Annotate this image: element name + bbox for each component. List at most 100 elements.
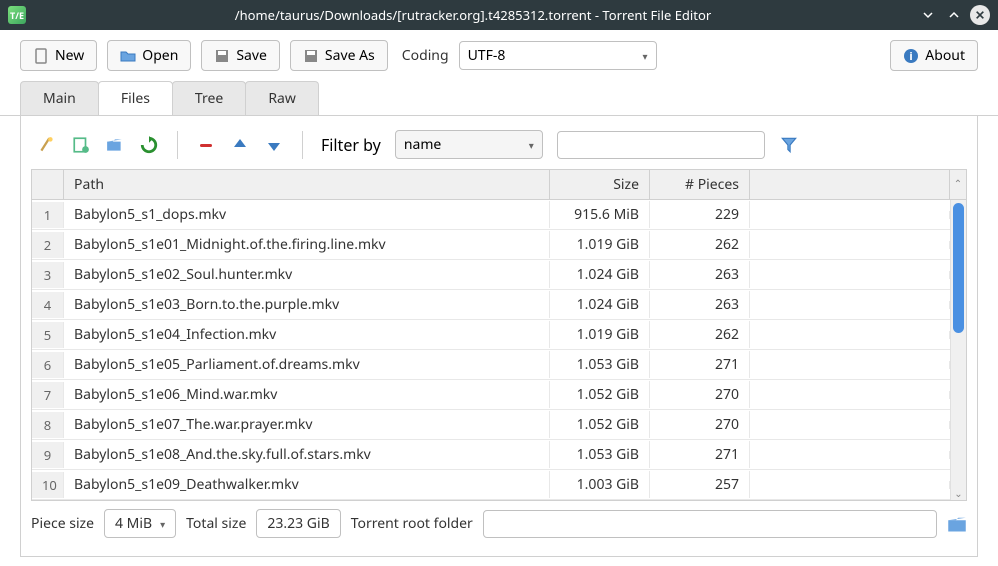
filter-input[interactable] bbox=[557, 131, 765, 159]
row-number: 9 bbox=[32, 442, 64, 468]
table-row[interactable]: 6Babylon5_s1e05_Parliament.of.dreams.mkv… bbox=[32, 350, 966, 380]
row-size: 1.024 GiB bbox=[550, 261, 650, 288]
toolbar: New Open Save Save As Coding UTF-8▾ i Abo… bbox=[0, 30, 998, 77]
scroll-up-icon[interactable]: ⌃ bbox=[950, 170, 966, 199]
row-path: Babylon5_s1e03_Born.to.the.purple.mkv bbox=[64, 291, 550, 318]
tab-main[interactable]: Main bbox=[20, 81, 99, 115]
row-pieces: 262 bbox=[650, 231, 750, 258]
open-button[interactable]: Open bbox=[107, 40, 191, 71]
row-number: 1 bbox=[32, 202, 64, 228]
row-pieces: 263 bbox=[650, 261, 750, 288]
row-extra bbox=[750, 451, 950, 459]
saveas-label: Save As bbox=[325, 46, 375, 65]
saveas-button[interactable]: Save As bbox=[290, 40, 388, 71]
row-size: 1.019 GiB bbox=[550, 231, 650, 258]
col-size[interactable]: Size bbox=[550, 170, 650, 199]
apply-filter-icon[interactable] bbox=[779, 135, 799, 155]
folder-open-icon bbox=[120, 48, 136, 64]
table-row[interactable]: 10Babylon5_s1e09_Deathwalker.mkv1.003 Gi… bbox=[32, 470, 966, 500]
col-path[interactable]: Path bbox=[64, 170, 550, 199]
table-body: 1Babylon5_s1_dops.mkv915.6 MiB2292Babylo… bbox=[32, 200, 966, 500]
minimize-button[interactable] bbox=[918, 5, 938, 25]
reread-icon[interactable] bbox=[105, 135, 125, 155]
coding-label: Coding bbox=[402, 46, 449, 65]
row-size: 1.003 GiB bbox=[550, 471, 650, 498]
total-size-label: Total size bbox=[186, 514, 246, 533]
row-extra bbox=[750, 421, 950, 429]
table-row[interactable]: 7Babylon5_s1e06_Mind.war.mkv1.052 GiB270 bbox=[32, 380, 966, 410]
chevron-down-icon: ▾ bbox=[529, 138, 534, 152]
move-up-icon[interactable] bbox=[230, 135, 250, 155]
filter-field-select[interactable]: name▾ bbox=[395, 130, 543, 159]
row-path: Babylon5_s1e02_Soul.hunter.mkv bbox=[64, 261, 550, 288]
row-pieces: 270 bbox=[650, 411, 750, 438]
document-icon bbox=[33, 48, 49, 64]
table-row[interactable]: 3Babylon5_s1e02_Soul.hunter.mkv1.024 GiB… bbox=[32, 260, 966, 290]
row-number: 6 bbox=[32, 352, 64, 378]
row-extra bbox=[750, 331, 950, 339]
saveas-icon bbox=[303, 48, 319, 64]
refresh-icon[interactable] bbox=[139, 135, 159, 155]
col-pieces[interactable]: # Pieces bbox=[650, 170, 750, 199]
move-down-icon[interactable] bbox=[264, 135, 284, 155]
tab-files[interactable]: Files bbox=[98, 81, 173, 115]
table-row[interactable]: 4Babylon5_s1e03_Born.to.the.purple.mkv1.… bbox=[32, 290, 966, 320]
row-size: 1.052 GiB bbox=[550, 411, 650, 438]
open-label: Open bbox=[142, 46, 178, 65]
table-row[interactable]: 1Babylon5_s1_dops.mkv915.6 MiB229 bbox=[32, 200, 966, 230]
about-button[interactable]: i About bbox=[890, 40, 978, 71]
tab-tree[interactable]: Tree bbox=[172, 81, 246, 115]
row-pieces: 271 bbox=[650, 351, 750, 378]
row-size: 1.019 GiB bbox=[550, 321, 650, 348]
table-row[interactable]: 5Babylon5_s1e04_Infection.mkv1.019 GiB26… bbox=[32, 320, 966, 350]
separator bbox=[302, 131, 303, 159]
close-button[interactable] bbox=[970, 5, 990, 25]
coding-select[interactable]: UTF-8▾ bbox=[459, 41, 657, 70]
col-extra[interactable] bbox=[750, 170, 950, 199]
info-icon: i bbox=[903, 48, 919, 64]
new-label: New bbox=[55, 46, 84, 65]
table-row[interactable]: 9Babylon5_s1e08_And.the.sky.full.of.star… bbox=[32, 440, 966, 470]
statusbar: Piece size 4 MiB▾ Total size 23.23 GiB T… bbox=[31, 501, 967, 546]
save-button[interactable]: Save bbox=[201, 40, 280, 71]
row-pieces: 262 bbox=[650, 321, 750, 348]
row-extra bbox=[750, 301, 950, 309]
browse-folder-icon[interactable] bbox=[947, 514, 967, 534]
row-pieces: 270 bbox=[650, 381, 750, 408]
root-folder-input[interactable] bbox=[483, 510, 937, 538]
table-row[interactable]: 8Babylon5_s1e07_The.war.prayer.mkv1.052 … bbox=[32, 410, 966, 440]
row-number: 7 bbox=[32, 382, 64, 408]
maximize-button[interactable] bbox=[944, 5, 964, 25]
scroll-thumb[interactable] bbox=[953, 203, 964, 333]
row-number: 8 bbox=[32, 412, 64, 438]
row-size: 915.6 MiB bbox=[550, 201, 650, 228]
row-size: 1.053 GiB bbox=[550, 441, 650, 468]
actions-bar: Filter by name▾ bbox=[31, 126, 967, 169]
tab-raw[interactable]: Raw bbox=[245, 81, 319, 115]
add-folder-icon[interactable] bbox=[71, 135, 91, 155]
add-file-icon[interactable] bbox=[37, 135, 57, 155]
row-path: Babylon5_s1e08_And.the.sky.full.of.stars… bbox=[64, 441, 550, 468]
row-path: Babylon5_s1e01_Midnight.of.the.firing.li… bbox=[64, 231, 550, 258]
row-number: 2 bbox=[32, 232, 64, 258]
piece-size-select[interactable]: 4 MiB▾ bbox=[104, 509, 176, 538]
table-row[interactable]: 2Babylon5_s1e01_Midnight.of.the.firing.l… bbox=[32, 230, 966, 260]
window-title: /home/taurus/Downloads/[rutracker.org].t… bbox=[34, 6, 912, 24]
row-extra bbox=[750, 361, 950, 369]
row-path: Babylon5_s1e06_Mind.war.mkv bbox=[64, 381, 550, 408]
row-path: Babylon5_s1e05_Parliament.of.dreams.mkv bbox=[64, 351, 550, 378]
tabs: Main Files Tree Raw bbox=[0, 81, 998, 116]
about-label: About bbox=[925, 46, 965, 65]
scrollbar[interactable]: ⌄ bbox=[950, 200, 966, 500]
scroll-down-icon[interactable]: ⌄ bbox=[954, 486, 963, 500]
col-number[interactable] bbox=[32, 170, 64, 199]
chevron-down-icon: ▾ bbox=[643, 49, 648, 63]
row-pieces: 263 bbox=[650, 291, 750, 318]
row-size: 1.052 GiB bbox=[550, 381, 650, 408]
row-size: 1.024 GiB bbox=[550, 291, 650, 318]
row-path: Babylon5_s1e04_Infection.mkv bbox=[64, 321, 550, 348]
save-icon bbox=[214, 48, 230, 64]
row-pieces: 257 bbox=[650, 471, 750, 498]
remove-icon[interactable] bbox=[196, 135, 216, 155]
new-button[interactable]: New bbox=[20, 40, 97, 71]
